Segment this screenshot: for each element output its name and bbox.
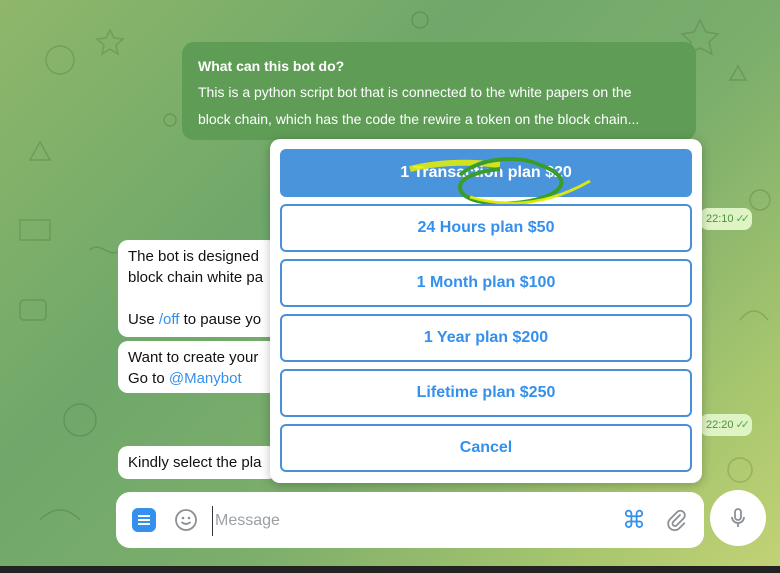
microphone-button[interactable] [710, 490, 766, 546]
emoji-icon[interactable] [174, 508, 198, 532]
plan-button-label: 1 Month plan $100 [416, 274, 556, 291]
message-time: 22:20 [706, 419, 734, 431]
plan-button-lifetime[interactable]: Lifetime plan $250 [280, 369, 692, 417]
message-line: The bot is designed [128, 248, 259, 265]
bot-info-line-2: block chain, which has the code the rewi… [198, 111, 640, 127]
double-check-icon: ✓✓ [735, 213, 751, 225]
menu-icon[interactable] [132, 508, 156, 532]
plan-button-1-transaction[interactable]: 1 Transaction plan $20 [280, 149, 692, 197]
message-text: to pause yo [179, 311, 262, 328]
plan-button-1-month[interactable]: 1 Month plan $100 [280, 259, 692, 307]
plan-button-label: Lifetime plan $250 [416, 384, 556, 401]
command-icon[interactable]: ⌘ [622, 506, 646, 535]
message-line: block chain white pa [128, 269, 264, 286]
plan-selection-popup: 1 Transaction plan $20 24 Hours plan $50… [270, 139, 702, 483]
message-text: Use [128, 311, 159, 328]
message-input[interactable] [212, 506, 517, 536]
cancel-button-label: Cancel [459, 439, 513, 456]
message-line: Want to create your [128, 349, 259, 366]
off-command-link[interactable]: /off [159, 311, 180, 328]
bot-info-bubble: What can this bot do? This is a python s… [182, 42, 696, 140]
incoming-message-1: The bot is designed block chain white pa… [118, 240, 278, 337]
bot-info-line-1: This is a python script bot that is conn… [198, 84, 632, 100]
message-time: 22:10 [706, 213, 734, 225]
plan-button-label: 24 Hours plan $50 [417, 219, 555, 236]
message-composer: ⌘ [116, 492, 704, 548]
manybot-link[interactable]: @Manybot [169, 370, 242, 387]
double-check-icon: ✓✓ [735, 419, 751, 431]
incoming-message-3: Kindly select the pla [118, 446, 278, 479]
plan-button-1-year[interactable]: 1 Year plan $200 [280, 314, 692, 362]
taskbar-edge [0, 566, 780, 573]
attach-icon[interactable] [664, 508, 688, 532]
outgoing-message-time-2: 22:20 ✓✓ [700, 414, 752, 436]
message-line: Kindly select the pla [128, 454, 262, 471]
mic-icon [731, 508, 745, 527]
incoming-message-2: Want to create your Go to @Manybot [118, 341, 278, 393]
plan-button-label: 1 Year plan $200 [423, 329, 549, 346]
cancel-button[interactable]: Cancel [280, 424, 692, 472]
message-text: Go to [128, 370, 169, 387]
outgoing-message-time-1: 22:10 ✓✓ [700, 208, 752, 230]
plan-button-24-hours[interactable]: 24 Hours plan $50 [280, 204, 692, 252]
plan-button-label: 1 Transaction plan $20 [400, 164, 572, 181]
message-line: Use /off to pause yo [128, 309, 268, 330]
bot-info-question: What can this bot do? [198, 58, 345, 74]
message-line: Go to @Manybot [128, 368, 268, 389]
